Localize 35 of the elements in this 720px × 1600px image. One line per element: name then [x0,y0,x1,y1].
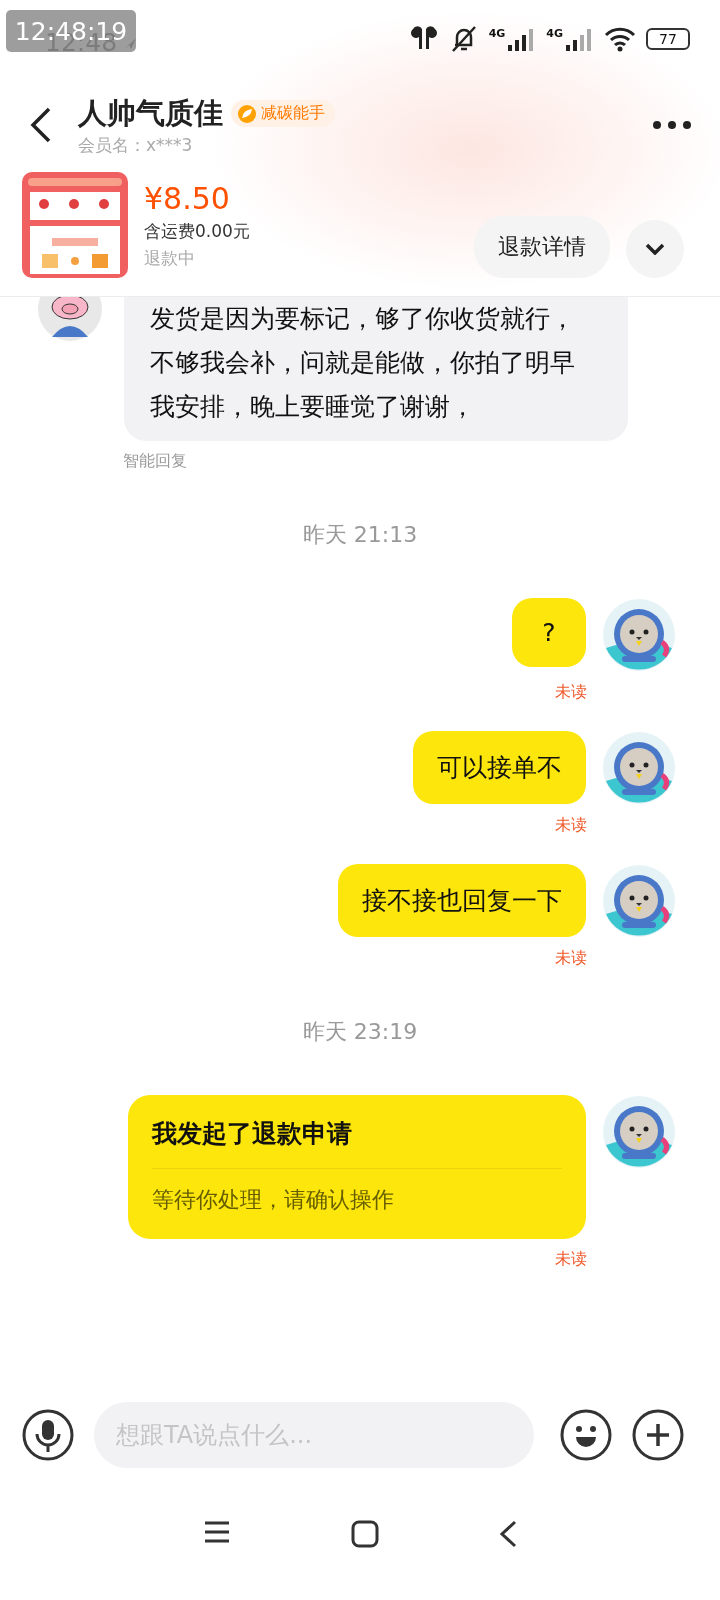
network-type: 4G [488,27,506,40]
emoji-icon[interactable] [560,1409,612,1461]
back-icon[interactable] [30,107,52,143]
contact-name: 人帅气质佳 [78,94,223,132]
chevron-down-icon [645,243,665,255]
card-title: 我发起了退款申请 [152,1117,562,1169]
more-icon[interactable] [652,120,692,130]
order-status: 退款中 [144,246,196,270]
microphone-icon[interactable] [22,1409,74,1461]
menu-icon[interactable] [203,1520,231,1544]
timestamp: 昨天 21:13 [301,521,419,549]
message-bubble: 接不接也回复一下 [338,864,586,937]
refund-details-button[interactable]: 退款详情 [474,216,610,278]
timestamp: 昨天 23:19 [301,1018,419,1046]
leaf-icon [237,103,257,124]
home-icon[interactable] [351,1520,379,1548]
unread-status: 未读 [554,948,588,969]
unread-status: 未读 [554,815,588,836]
message-bubble: ? [512,598,586,667]
smart-reply-label: 智能回复 [123,451,188,472]
network-type: 4G [546,27,563,40]
card-text: 等待你处理，请确认操作 [152,1186,395,1214]
unread-status: 未读 [554,1249,588,1270]
unread-status: 未读 [554,682,588,703]
add-icon[interactable] [632,1409,684,1461]
badge-label: 减碳能手 [261,103,325,124]
message-bubble: 可以接单不 [413,731,586,804]
signal-icon [564,27,594,51]
battery-indicator: 77 [646,28,690,50]
shipping-fee: 含运费0.00元 [144,219,250,243]
message-bubble: 发货是因为要标记，够了你收货就行，不够我会补，问就是能做，你拍了明早我安排，晚上要睡觉了谢谢， [124,297,628,441]
back-icon[interactable] [499,1520,517,1548]
wifi-icon [604,26,636,52]
order-price: ¥8.50 [144,180,231,216]
member-name: 会员名：x***3 [78,133,194,157]
